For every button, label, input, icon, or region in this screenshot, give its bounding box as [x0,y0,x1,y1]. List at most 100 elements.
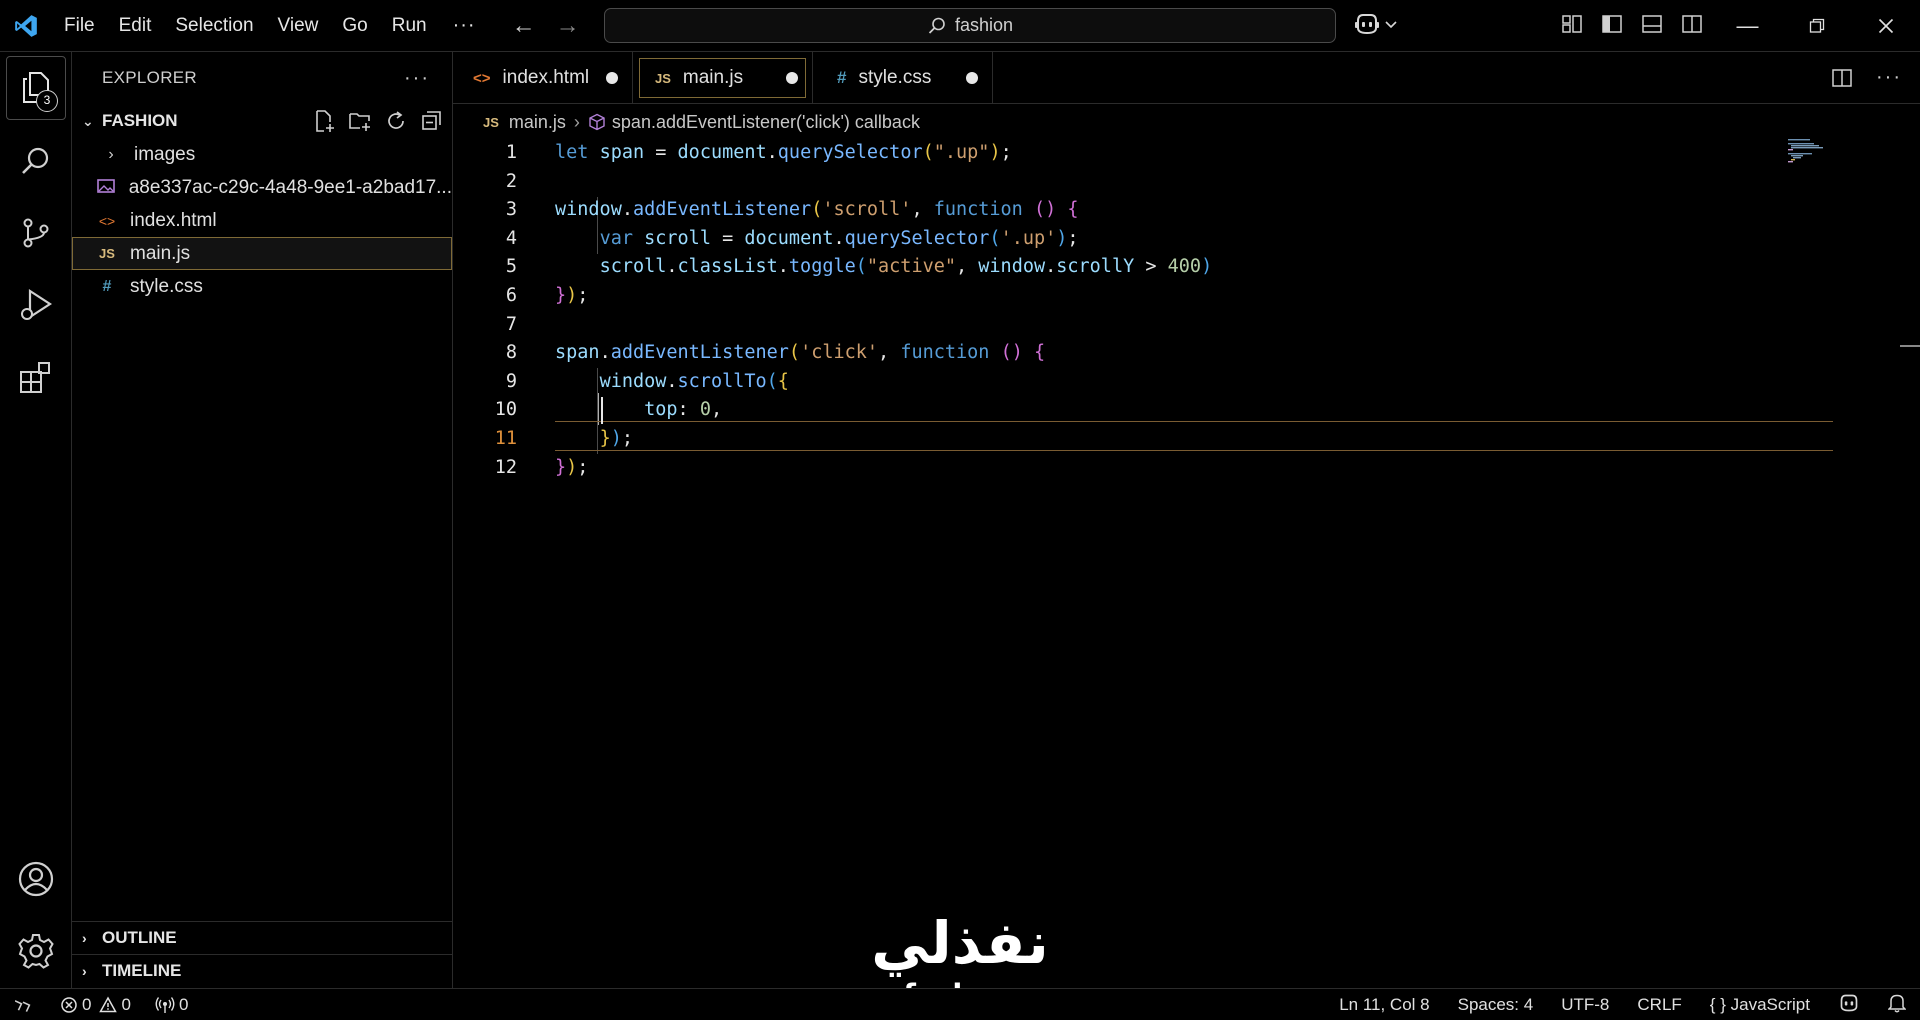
line-number: 9 [505,370,517,392]
minimize-icon[interactable]: — [1713,0,1782,52]
outline-section[interactable]: › OUTLINE [72,921,452,954]
unsaved-dot-icon[interactable] [606,72,618,84]
css-file-icon: # [837,68,847,87]
extensions-icon[interactable] [0,342,72,412]
line-number: 1 [505,142,517,163]
vscode-logo-icon [0,0,52,52]
activity-bar: 3 [0,52,72,988]
encoding[interactable]: UTF-8 [1547,995,1623,1015]
explorer-more-button[interactable]: ··· [404,67,430,90]
refresh-icon[interactable] [384,109,408,133]
new-folder-icon[interactable] [348,109,372,133]
html-file-icon: <> [98,212,116,229]
new-file-icon[interactable] [312,109,336,133]
text-cursor [601,397,603,424]
code-text: scroll.classList.toggle("active", window… [599,256,1213,278]
line-number: 2 [505,170,517,192]
breadcrumb-symbol[interactable]: span.addEventListener('click') callback [612,112,920,133]
run-debug-icon[interactable] [0,270,72,340]
line-number: 12 [494,456,517,478]
timeline-section[interactable]: › TIMELINE [72,954,452,987]
line-number: 7 [505,313,517,335]
code-editor[interactable]: 1 let span = document.querySelector(".up… [453,139,1920,988]
line-number: 10 [494,399,517,421]
editor-actions: ··· [1830,66,1902,95]
chevron-right-icon: › [573,111,580,132]
css-file-icon: # [102,277,112,295]
unsaved-dot-icon[interactable] [786,72,798,84]
toggle-panel-icon[interactable] [1640,12,1664,36]
back-arrow-icon[interactable]: ← [512,12,536,40]
line-number: 3 [505,199,517,221]
indentation[interactable]: Spaces: 4 [1444,995,1548,1015]
tab-style-css[interactable]: # style.css [813,52,993,104]
close-icon[interactable] [1851,0,1920,52]
unsaved-dot-icon[interactable] [966,72,978,84]
customize-layout-icon[interactable] [1560,12,1584,36]
broadcast-icon [155,996,175,1013]
explorer-sidebar: EXPLORER ··· ⌄ FASHION › images a8e337ac… [72,52,453,988]
notifications-bell-icon[interactable] [1874,993,1920,1018]
menu-go[interactable]: Go [330,0,379,52]
tree-item-image-file[interactable]: a8e337ac-c29c-4a48-9ee1-a2bad17... [72,171,452,204]
forward-arrow-icon[interactable]: → [556,12,580,40]
split-editor-icon[interactable] [1830,66,1854,95]
chevron-down-icon [1385,21,1397,29]
menu-run[interactable]: Run [380,0,439,52]
toggle-primary-sidebar-icon[interactable] [1600,12,1624,36]
tab-main-js[interactable]: JS main.js [633,52,813,104]
toggle-secondary-sidebar-icon[interactable] [1680,12,1704,36]
more-actions-icon[interactable]: ··· [1876,66,1902,95]
timeline-label: TIMELINE [102,961,182,980]
code-line-current: 11 }); [453,425,1873,454]
code-text: }); [555,456,589,478]
breadcrumb-file[interactable]: main.js [509,112,566,133]
code-line: 5 scroll.classList.toggle("active", wind… [453,253,1873,282]
tree-item-main-js[interactable]: JS main.js [72,237,452,270]
code-text: window.addEventListener('scroll', functi… [555,199,1079,221]
explorer-title: EXPLORER [102,68,197,87]
code-line: 1 let span = document.querySelector(".up… [453,139,1873,168]
copilot-status-icon[interactable] [1824,993,1874,1018]
code-line: 10 top: 0, [453,396,1873,425]
menu-selection[interactable]: Selection [163,0,265,52]
error-count: 0 [82,994,92,1014]
code-text: var scroll = document.querySelector('.up… [599,227,1079,249]
menu-more-button[interactable]: ··· [439,14,490,37]
search-text: fashion [954,15,1014,35]
js-file-icon: JS [483,114,499,130]
tree-item-index-html[interactable]: <> index.html [72,204,452,237]
remote-indicator-icon[interactable] [0,989,48,1020]
ports-indicator[interactable]: 0 [155,995,188,1015]
line-number: 5 [505,256,517,278]
cursor-position[interactable]: Ln 11, Col 8 [1325,995,1443,1015]
method-cube-icon [589,113,605,131]
breadcrumb: JS main.js › span.addEventListener('clic… [453,105,920,139]
command-center-search[interactable]: fashion [604,8,1336,43]
account-icon[interactable] [0,844,72,914]
explorer-icon[interactable]: 3 [0,52,72,122]
code-line: 3 window.addEventListener('scroll', func… [453,196,1873,225]
problems-indicator[interactable]: 0 0 [60,995,131,1015]
settings-gear-icon[interactable] [0,916,72,986]
end-of-line[interactable]: CRLF [1623,995,1695,1015]
minimap[interactable] [1788,139,1848,169]
menu-file[interactable]: File [52,0,107,52]
line-number: 8 [505,342,517,364]
search-icon[interactable] [0,126,72,196]
tab-index-html[interactable]: <> index.html [453,52,633,104]
menu-edit[interactable]: Edit [107,0,164,52]
restore-icon[interactable] [1782,0,1851,52]
tree-item-images[interactable]: › images [72,138,452,171]
source-control-icon[interactable] [0,198,72,268]
scrollbar-position-indicator[interactable] [1900,345,1920,347]
html-file-icon: <> [473,69,491,87]
collapse-all-icon[interactable] [420,109,444,133]
tree-item-label: style.css [130,275,203,297]
menu-view[interactable]: View [266,0,331,52]
copilot-button[interactable] [1354,12,1398,36]
folder-fashion[interactable]: ⌄ FASHION [72,104,452,138]
layout-controls [1560,12,1704,36]
tree-item-style-css[interactable]: # style.css [72,270,452,303]
language-mode[interactable]: { } JavaScript [1696,995,1824,1015]
